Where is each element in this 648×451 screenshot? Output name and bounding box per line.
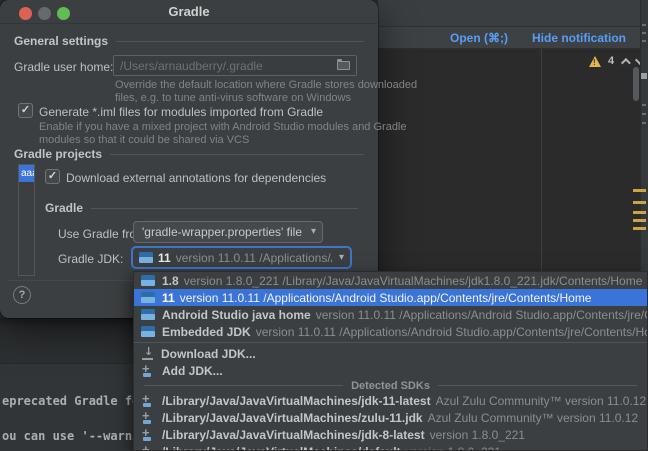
- jdk-option[interactable]: 1.8version 1.8.0_221 /Library/Java/JavaV…: [134, 272, 647, 289]
- chevron-down-icon: ▾: [336, 252, 344, 263]
- jdk-option[interactable]: Android Studio java homeversion 11.0.11 …: [134, 306, 647, 323]
- download-jdk-option[interactable]: Download JDK...: [134, 345, 647, 362]
- screen: Open (⌘;) Hide notification ! 4 eprecate…: [0, 0, 648, 451]
- gradle-jdk-value-detail: version 11.0.11 /Applications/Android: [176, 251, 332, 265]
- generate-iml-checkbox[interactable]: ✓: [18, 103, 33, 118]
- popup-separator: [134, 342, 647, 343]
- notification-banner: Open (⌘;) Hide notification: [378, 27, 640, 49]
- gradle-user-home-field[interactable]: /Users/arnaudberry/.gradle: [113, 55, 357, 76]
- jdk-option-selected[interactable]: 11version 11.0.11 /Applications/Android …: [134, 289, 647, 306]
- project-list-item[interactable]: aaa: [19, 165, 34, 182]
- open-link[interactable]: Open (⌘;): [450, 31, 508, 45]
- iml-help: Enable if you have a mixed project with …: [39, 121, 407, 133]
- gradle-subheader: Gradle: [45, 201, 358, 215]
- jdk-folder-icon: [139, 252, 153, 263]
- stripe-mark[interactable]: [642, 104, 646, 106]
- jdk-option[interactable]: Embedded JDKversion 11.0.11 /Application…: [134, 323, 647, 340]
- dialog-titlebar[interactable]: Gradle: [0, 0, 378, 24]
- use-gradle-from-value: 'gradle-wrapper.properties' file: [142, 225, 302, 239]
- jdk-folder-icon: [141, 275, 155, 286]
- previous-warning-icon[interactable]: [621, 57, 631, 67]
- add-jdk-option[interactable]: Add JDK...: [134, 362, 647, 379]
- warning-stripe-mark[interactable]: [633, 219, 646, 222]
- editor-scrollbar[interactable]: [633, 67, 639, 101]
- gradle-user-home-label: Gradle user home:: [14, 60, 113, 74]
- warning-stripe-mark[interactable]: [633, 189, 646, 192]
- stripe-mark[interactable]: [641, 73, 647, 79]
- general-settings-header: General settings: [14, 34, 364, 48]
- jdk-folder-icon: [141, 309, 155, 320]
- help-button[interactable]: ?: [13, 286, 31, 304]
- detected-sdks-header: Detected SDKs: [134, 379, 647, 392]
- warning-icon: !: [589, 56, 601, 67]
- gradle-jdk-popup: 1.8version 1.8.0_221 /Library/Java/JavaV…: [133, 271, 648, 451]
- download-annotations-checkbox[interactable]: ✓: [45, 169, 60, 184]
- add-jdk-icon: [141, 429, 155, 441]
- stripe-mark[interactable]: [642, 122, 646, 124]
- user-home-help: files, e.g. to tune anti-virus software …: [115, 92, 351, 104]
- warning-stripe-mark[interactable]: [633, 211, 646, 214]
- use-gradle-from-combobox[interactable]: 'gradle-wrapper.properties' file ▾: [133, 221, 323, 243]
- iml-help: modules so that it could be shared via V…: [39, 134, 249, 146]
- gradle-projects-header: Gradle projects: [14, 147, 364, 161]
- generate-iml-label[interactable]: Generate *.iml files for modules importe…: [39, 105, 323, 119]
- gradle-jdk-combobox[interactable]: 11 version 11.0.11 /Applications/Android…: [131, 246, 352, 269]
- stripe-mark[interactable]: [642, 113, 646, 115]
- jdk-folder-icon: [141, 326, 155, 337]
- gradle-jdk-label: Gradle JDK:: [58, 252, 123, 266]
- user-home-help: Override the default location where Grad…: [115, 79, 417, 91]
- download-icon: [141, 348, 154, 360]
- gradle-jdk-value-name: 11: [158, 251, 171, 265]
- close-button[interactable]: [19, 7, 32, 20]
- minimize-button[interactable]: [38, 7, 51, 20]
- download-annotations-label[interactable]: Download external annotations for depend…: [66, 171, 326, 185]
- ide-toolbar-area: [378, 0, 640, 27]
- chevron-down-icon: ▾: [311, 226, 316, 237]
- zoom-button[interactable]: [57, 7, 70, 20]
- add-jdk-icon: [141, 446, 155, 451]
- stripe-mark[interactable]: [642, 40, 646, 42]
- warning-count: 4: [608, 55, 614, 67]
- detected-sdk-option[interactable]: /Library/Java/JavaVirtualMachines/jdk-8-…: [134, 426, 647, 443]
- add-jdk-icon: [141, 365, 155, 377]
- hide-notification-link[interactable]: Hide notification: [532, 31, 626, 45]
- detected-sdk-option[interactable]: /Library/Java/JavaVirtualMachines/jdk-11…: [134, 392, 647, 409]
- add-jdk-icon: [141, 395, 155, 407]
- detected-sdk-option[interactable]: /Library/Java/JavaVirtualMachines/zulu-1…: [134, 409, 647, 426]
- add-jdk-icon: [141, 412, 155, 424]
- stripe-mark[interactable]: [642, 24, 646, 26]
- gradle-user-home-value[interactable]: /Users/arnaudberry/.gradle: [120, 59, 331, 73]
- gradle-projects-list: aaa: [18, 164, 35, 276]
- warning-stripe-mark[interactable]: [633, 201, 646, 204]
- detected-sdk-option[interactable]: /Library/Java/JavaVirtualMachines/defaul…: [134, 443, 647, 451]
- browse-folder-icon[interactable]: [337, 61, 350, 70]
- stripe-mark[interactable]: [642, 32, 646, 34]
- jdk-folder-icon: [141, 292, 155, 303]
- inspection-widget: ! 4: [589, 54, 642, 68]
- warning-stripe-mark[interactable]: [633, 227, 646, 230]
